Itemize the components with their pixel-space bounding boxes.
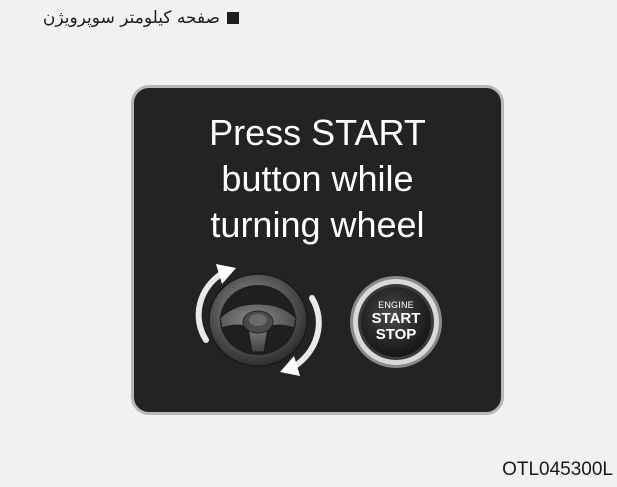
section-heading: صفحه کیلومتر سوپرویژن — [43, 8, 239, 28]
warning-message-line-2: button while — [221, 158, 414, 199]
warning-message-line-3: turning wheel — [210, 204, 425, 245]
warning-message-line-1: Press START — [209, 112, 426, 153]
steering-wheel-graphic — [178, 248, 338, 388]
heading-bullet-square — [227, 12, 239, 24]
engine-start-stop-button-graphic: ENGINE START STOP — [348, 274, 444, 370]
warning-message: Press START button while turning wheel — [134, 110, 501, 248]
engine-label: ENGINE — [378, 299, 414, 310]
stop-label: STOP — [375, 325, 417, 343]
engine-button-labels: ENGINE START STOP — [348, 274, 444, 370]
section-heading-text: صفحه کیلومتر سوپرویژن — [42, 8, 220, 28]
instrument-cluster-display: Press START button while turning wheel E… — [131, 85, 504, 415]
start-label: START — [371, 309, 421, 327]
steering-wheel-icon — [195, 264, 322, 376]
figure-reference-code: OTL045300L — [502, 459, 613, 480]
